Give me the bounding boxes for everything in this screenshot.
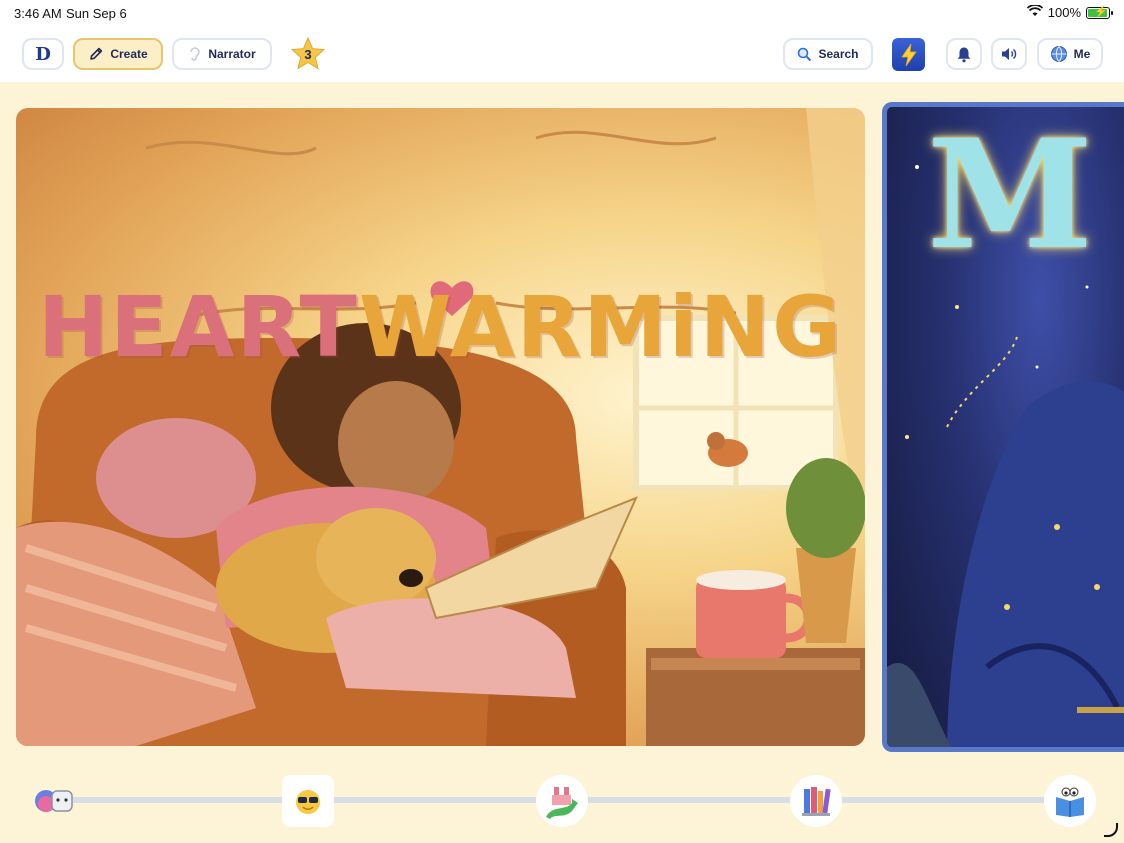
story-illustration bbox=[16, 108, 865, 746]
progress-node-sun[interactable] bbox=[282, 775, 334, 827]
me-label: Me bbox=[1073, 47, 1091, 61]
charging-icon: ⚡ bbox=[1094, 5, 1108, 18]
sound-button[interactable] bbox=[991, 38, 1027, 70]
progress-node-reader[interactable] bbox=[1044, 775, 1096, 827]
ear-icon bbox=[188, 46, 202, 62]
narrator-label: Narrator bbox=[208, 47, 256, 61]
battery-icon: ⚡ bbox=[1086, 5, 1113, 19]
sunglasses-sun-icon bbox=[288, 777, 332, 824]
search-label: Search bbox=[818, 47, 859, 61]
wifi-icon bbox=[1026, 4, 1043, 20]
resize-corner-icon bbox=[1104, 823, 1118, 837]
bell-icon bbox=[957, 47, 971, 62]
logo-letter: D bbox=[35, 43, 51, 65]
battery-percent: 100% bbox=[1047, 5, 1081, 20]
status-right: 100% ⚡ bbox=[1026, 4, 1113, 20]
story-title-part1: HEART bbox=[37, 278, 359, 376]
create-label: Create bbox=[110, 47, 148, 61]
reader-icon bbox=[1056, 787, 1084, 817]
pencil-icon bbox=[88, 46, 104, 62]
star-count: 3 bbox=[304, 47, 312, 62]
progress-node-books[interactable] bbox=[790, 775, 842, 827]
globe-icon bbox=[1050, 46, 1067, 62]
status-time: 3:46 AM bbox=[14, 6, 62, 21]
castle-path-icon bbox=[546, 787, 578, 819]
friends-icon bbox=[35, 790, 73, 812]
status-bar: 3:46 AM Sun Sep 6 100% ⚡ bbox=[0, 0, 1124, 26]
search-icon bbox=[797, 47, 812, 62]
narrator-button[interactable]: Narrator bbox=[172, 38, 272, 70]
story-title-part2: WARMiNG bbox=[358, 278, 844, 376]
speaker-icon bbox=[1002, 48, 1017, 60]
story-card-heartwarming[interactable]: HEARTWARMiNG bbox=[16, 108, 865, 746]
create-button[interactable]: Create bbox=[73, 38, 163, 70]
profile-button[interactable]: Me bbox=[1037, 38, 1103, 70]
story-card-next[interactable]: M bbox=[882, 102, 1124, 752]
boost-button[interactable] bbox=[892, 38, 925, 71]
story-title: HEARTWARMiNG bbox=[16, 278, 865, 376]
logo-button[interactable]: D bbox=[22, 38, 64, 70]
progress-node-castle[interactable] bbox=[536, 775, 588, 827]
next-story-title: M bbox=[927, 107, 1094, 283]
books-icon bbox=[802, 787, 831, 816]
search-button[interactable]: Search bbox=[783, 38, 873, 70]
status-date: Sun Sep 6 bbox=[66, 6, 127, 21]
lightning-icon bbox=[900, 43, 917, 66]
notifications-button[interactable] bbox=[946, 38, 982, 70]
star-count-badge[interactable]: 3 bbox=[290, 37, 326, 71]
progress-node-friends[interactable] bbox=[30, 777, 78, 825]
top-toolbar: D Create Narrator 3 Search Me bbox=[0, 26, 1124, 82]
